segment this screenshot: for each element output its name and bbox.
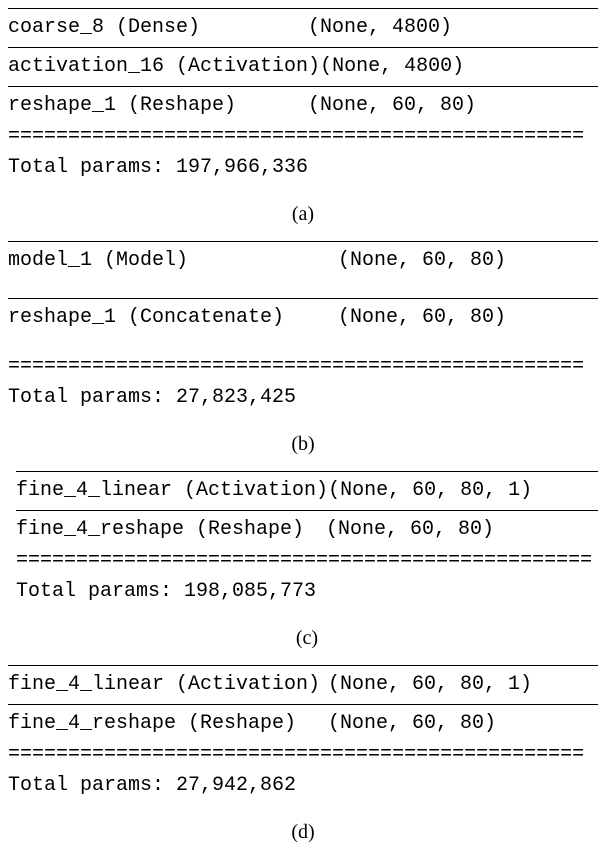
output-shape: (None, 4800) bbox=[320, 52, 598, 82]
output-shape: (None, 60, 80) bbox=[338, 303, 598, 333]
total-params: Total params: 197,966,336 bbox=[8, 149, 598, 193]
table-row: coarse_8 (Dense) (None, 4800) bbox=[8, 9, 598, 47]
model-summary-section-d: fine_4_linear (Activation) (None, 60, 80… bbox=[8, 665, 598, 847]
table-row: fine_4_linear (Activation) (None, 60, 80… bbox=[16, 472, 598, 510]
total-params: Total params: 198,085,773 bbox=[16, 573, 598, 617]
divider-double: ========================================… bbox=[16, 549, 598, 573]
output-shape: (None, 60, 80) bbox=[308, 91, 598, 121]
spacer bbox=[8, 280, 598, 298]
output-shape: (None, 60, 80) bbox=[328, 709, 598, 739]
layer-name: fine_4_linear (Activation) bbox=[8, 670, 328, 700]
divider-double: ========================================… bbox=[8, 355, 598, 379]
divider-double: ========================================… bbox=[8, 743, 598, 767]
total-params: Total params: 27,823,425 bbox=[8, 379, 598, 423]
table-row: reshape_1 (Concatenate) (None, 60, 80) bbox=[8, 299, 598, 337]
layer-name: reshape_1 (Concatenate) bbox=[8, 303, 338, 333]
subfigure-caption: (c) bbox=[16, 623, 598, 653]
table-row: reshape_1 (Reshape) (None, 60, 80) bbox=[8, 87, 598, 125]
layer-name: activation_16 (Activation) bbox=[8, 52, 320, 82]
total-params: Total params: 27,942,862 bbox=[8, 767, 598, 811]
divider-double: ========================================… bbox=[8, 125, 598, 149]
spacer bbox=[8, 337, 598, 355]
layer-name: fine_4_reshape (Reshape) bbox=[16, 515, 326, 545]
layer-name: coarse_8 (Dense) bbox=[8, 13, 308, 43]
layer-name: model_1 (Model) bbox=[8, 246, 338, 276]
output-shape: (None, 60, 80) bbox=[326, 515, 598, 545]
table-row: fine_4_linear (Activation) (None, 60, 80… bbox=[8, 666, 598, 704]
layer-name: reshape_1 (Reshape) bbox=[8, 91, 308, 121]
subfigure-caption: (d) bbox=[8, 817, 598, 847]
table-row: fine_4_reshape (Reshape) (None, 60, 80) bbox=[8, 705, 598, 743]
subfigure-caption: (b) bbox=[8, 429, 598, 459]
output-shape: (None, 60, 80, 1) bbox=[328, 670, 598, 700]
output-shape: (None, 60, 80, 1) bbox=[328, 476, 598, 506]
table-row: model_1 (Model) (None, 60, 80) bbox=[8, 242, 598, 280]
table-row: activation_16 (Activation) (None, 4800) bbox=[8, 48, 598, 86]
model-summary-section-a: coarse_8 (Dense) (None, 4800) activation… bbox=[8, 8, 598, 229]
output-shape: (None, 4800) bbox=[308, 13, 598, 43]
model-summary-section-c: fine_4_linear (Activation) (None, 60, 80… bbox=[8, 471, 598, 653]
model-summary-section-b: model_1 (Model) (None, 60, 80) reshape_1… bbox=[8, 241, 598, 459]
output-shape: (None, 60, 80) bbox=[338, 246, 598, 276]
layer-name: fine_4_linear (Activation) bbox=[16, 476, 328, 506]
subfigure-caption: (a) bbox=[8, 199, 598, 229]
table-row: fine_4_reshape (Reshape) (None, 60, 80) bbox=[16, 511, 598, 549]
layer-name: fine_4_reshape (Reshape) bbox=[8, 709, 328, 739]
